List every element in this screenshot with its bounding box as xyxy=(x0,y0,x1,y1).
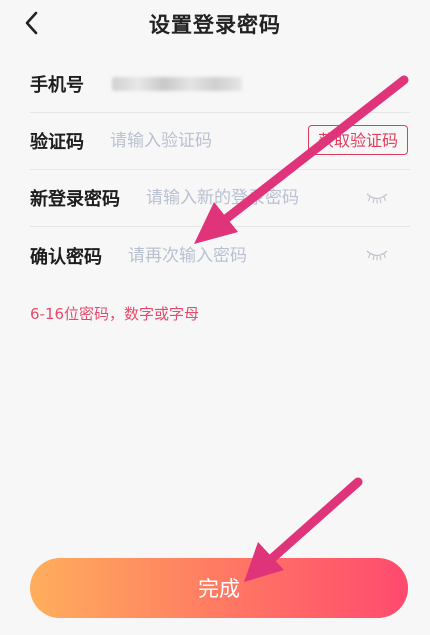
confirm-password-row: 确认密码 xyxy=(30,227,410,284)
new-password-input[interactable] xyxy=(146,183,336,213)
submit-button[interactable]: 完成 xyxy=(30,558,408,618)
password-hint: 6-16位密码，数字或字母 xyxy=(30,305,200,323)
new-password-row: 新登录密码 xyxy=(30,170,410,227)
confirm-password-label: 确认密码 xyxy=(30,246,102,268)
phone-row: 手机号 xyxy=(30,56,410,113)
new-password-label: 新登录密码 xyxy=(30,189,120,210)
code-row: 验证码 获取验证码 xyxy=(30,113,410,170)
page-title: 设置登录密码 xyxy=(149,13,281,37)
phone-label: 手机号 xyxy=(30,75,84,96)
header: 设置登录密码 xyxy=(0,0,430,48)
eye-closed-icon[interactable] xyxy=(366,192,388,204)
confirm-password-input[interactable] xyxy=(128,240,318,271)
get-code-button[interactable]: 获取验证码 xyxy=(307,125,408,155)
phone-value-masked xyxy=(112,77,242,91)
code-label: 验证码 xyxy=(30,132,84,153)
eye-closed-icon[interactable] xyxy=(366,249,388,261)
code-input[interactable] xyxy=(110,126,280,156)
password-form: 手机号 验证码 获取验证码 新登录密码 确认密码 xyxy=(30,56,410,284)
